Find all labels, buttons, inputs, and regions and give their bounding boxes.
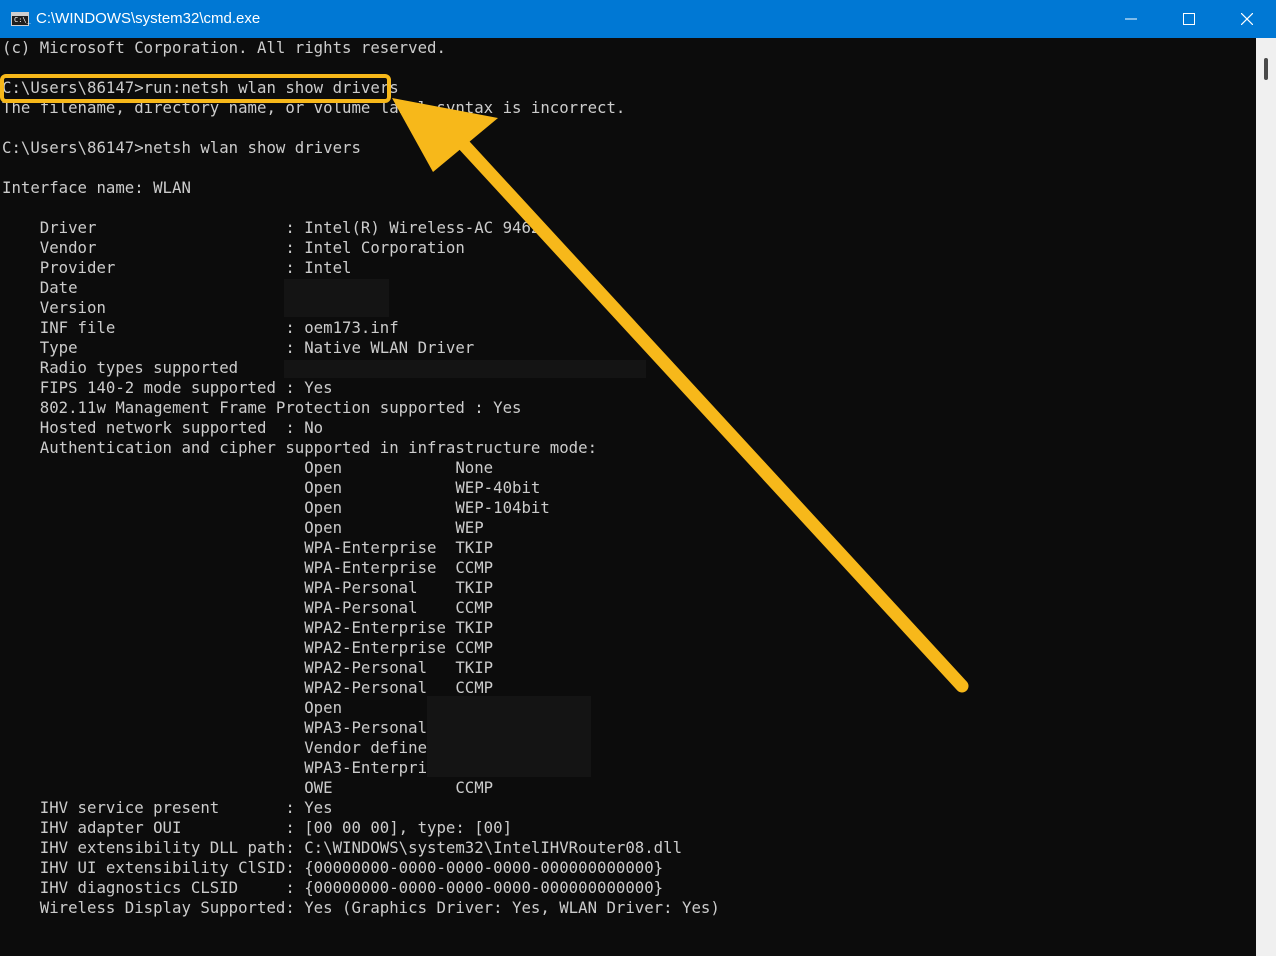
title-bar[interactable]: C:\_ C:\WINDOWS\system32\cmd.exe — [0, 0, 1276, 38]
console-line: WPA-Enterprise TKIP — [2, 538, 494, 557]
console-line: IHV UI extensibility ClSID: {00000000-00… — [2, 858, 664, 877]
console-line: WPA3-Enterprise — [2, 758, 446, 777]
console-line: WPA2-Personal CCMP — [2, 678, 494, 697]
console-line: (c) Microsoft Corporation. All rights re… — [2, 38, 446, 57]
console-line: WPA-Enterprise CCMP — [2, 558, 494, 577]
console-line: FIPS 140-2 mode supported : Yes — [2, 378, 333, 397]
console-line: Open WEP-104bit — [2, 498, 550, 517]
redacted-radio-types — [284, 360, 646, 378]
cmd-app-icon-text: C:\_ — [14, 16, 31, 24]
scroll-thumb[interactable] — [1264, 58, 1268, 80]
console-line: Vendor defined — [2, 738, 437, 757]
console-line: C:\Users\86147>netsh wlan show drivers — [2, 138, 361, 157]
console-line: Date : — [2, 278, 295, 297]
maximize-icon — [1183, 13, 1195, 25]
console-line: Open — [2, 698, 343, 717]
console-line: Authentication and cipher supported in i… — [2, 438, 598, 457]
console-line: WPA2-Enterprise CCMP — [2, 638, 494, 657]
console-line: IHV diagnostics CLSID : {00000000-0000-0… — [2, 878, 664, 897]
console-line: Type : Native WLAN Driver — [2, 338, 475, 357]
console-line: 802.11w Management Frame Protection supp… — [2, 398, 522, 417]
console-output[interactable]: (c) Microsoft Corporation. All rights re… — [2, 38, 1256, 956]
minimize-button[interactable] — [1102, 0, 1160, 38]
console-line: INF file : oem173.inf — [2, 318, 399, 337]
console-line: Interface name: WLAN — [2, 178, 191, 197]
console-line: WPA-Personal TKIP — [2, 578, 494, 597]
console-line: Provider : Intel — [2, 258, 352, 277]
console-line: OWE CCMP — [2, 778, 494, 797]
console-line: IHV adapter OUI : [00 00 00], type: [00] — [2, 818, 513, 837]
console-line: Driver : Intel(R) Wireless-AC 9462 — [2, 218, 541, 237]
console-line: Wireless Display Supported: Yes (Graphic… — [2, 898, 720, 917]
close-button[interactable] — [1218, 0, 1276, 38]
redacted-date-version — [284, 279, 389, 317]
console-line: WPA3-Personal — [2, 718, 428, 737]
console-line: Open WEP-40bit — [2, 478, 541, 497]
redacted-cipher-values — [427, 696, 591, 777]
console-line: Radio types supported : — [2, 358, 295, 377]
vertical-scrollbar[interactable] — [1256, 38, 1276, 956]
console-line: Open WEP — [2, 518, 484, 537]
console-line: WPA-Personal CCMP — [2, 598, 494, 617]
window-title: C:\WINDOWS\system32\cmd.exe — [36, 10, 261, 27]
console-line: Open None — [2, 458, 494, 477]
console-line: IHV service present : Yes — [2, 798, 333, 817]
console-line: Hosted network supported : No — [2, 418, 324, 437]
console-line: Vendor : Intel Corporation — [2, 238, 465, 257]
minimize-icon — [1125, 18, 1137, 20]
console-line: Version : — [2, 298, 295, 317]
command-highlight-box — [0, 74, 391, 103]
maximize-button[interactable] — [1160, 0, 1218, 38]
console-line: IHV extensibility DLL path: C:\WINDOWS\s… — [2, 838, 683, 857]
cmd-app-icon: C:\_ — [11, 12, 31, 26]
close-icon — [1241, 13, 1253, 25]
console-line: WPA2-Enterprise TKIP — [2, 618, 494, 637]
console-line: WPA2-Personal TKIP — [2, 658, 494, 677]
